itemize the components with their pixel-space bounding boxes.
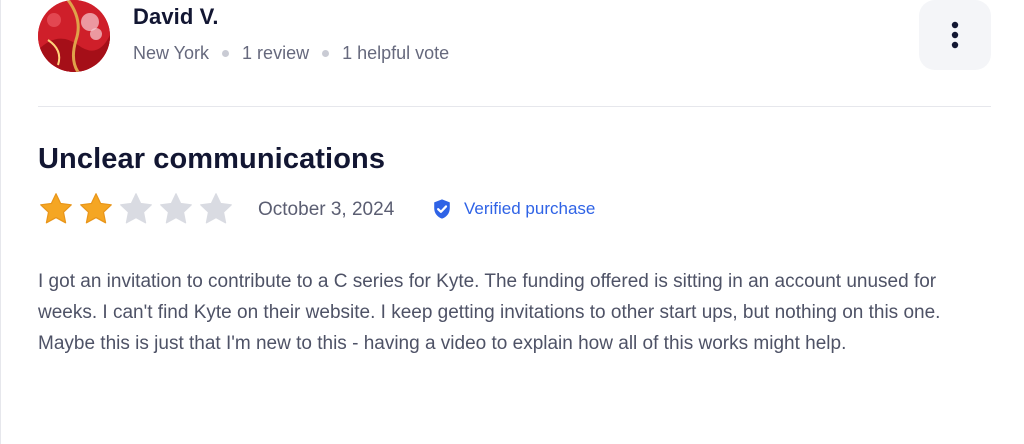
star-rating bbox=[38, 191, 234, 227]
verified-purchase-label: Verified purchase bbox=[464, 199, 596, 218]
more-vertical-icon bbox=[951, 21, 959, 49]
star-filled-icon bbox=[80, 193, 112, 224]
review-date: October 3, 2024 bbox=[258, 199, 395, 220]
avatar-image bbox=[38, 0, 110, 72]
avatar[interactable] bbox=[38, 0, 110, 72]
separator-dot bbox=[322, 50, 330, 57]
star-empty-icon bbox=[160, 193, 192, 224]
star-empty-icon bbox=[120, 193, 152, 224]
star-filled-icon bbox=[40, 193, 72, 224]
separator-dot bbox=[222, 50, 230, 57]
reviewer-review-count: 1 review bbox=[242, 43, 310, 63]
reviewer-helpful-votes: 1 helpful vote bbox=[342, 43, 450, 63]
divider bbox=[38, 106, 991, 107]
review-body: I got an invitation to contribute to a C… bbox=[38, 271, 941, 354]
review-title: Unclear communications bbox=[38, 143, 386, 175]
verified-purchase-badge[interactable]: Verified purchase bbox=[431, 198, 595, 220]
reviewer-name[interactable]: David V. bbox=[133, 4, 219, 30]
reviewer-meta: New York 1 review 1 helpful vote bbox=[133, 43, 449, 64]
reviewer-location: New York bbox=[133, 43, 210, 63]
shield-check-icon bbox=[434, 199, 450, 219]
more-options-button[interactable] bbox=[919, 0, 991, 70]
star-empty-icon bbox=[200, 193, 232, 224]
review-card: David V. New York 1 review 1 helpful vot… bbox=[0, 0, 1024, 444]
